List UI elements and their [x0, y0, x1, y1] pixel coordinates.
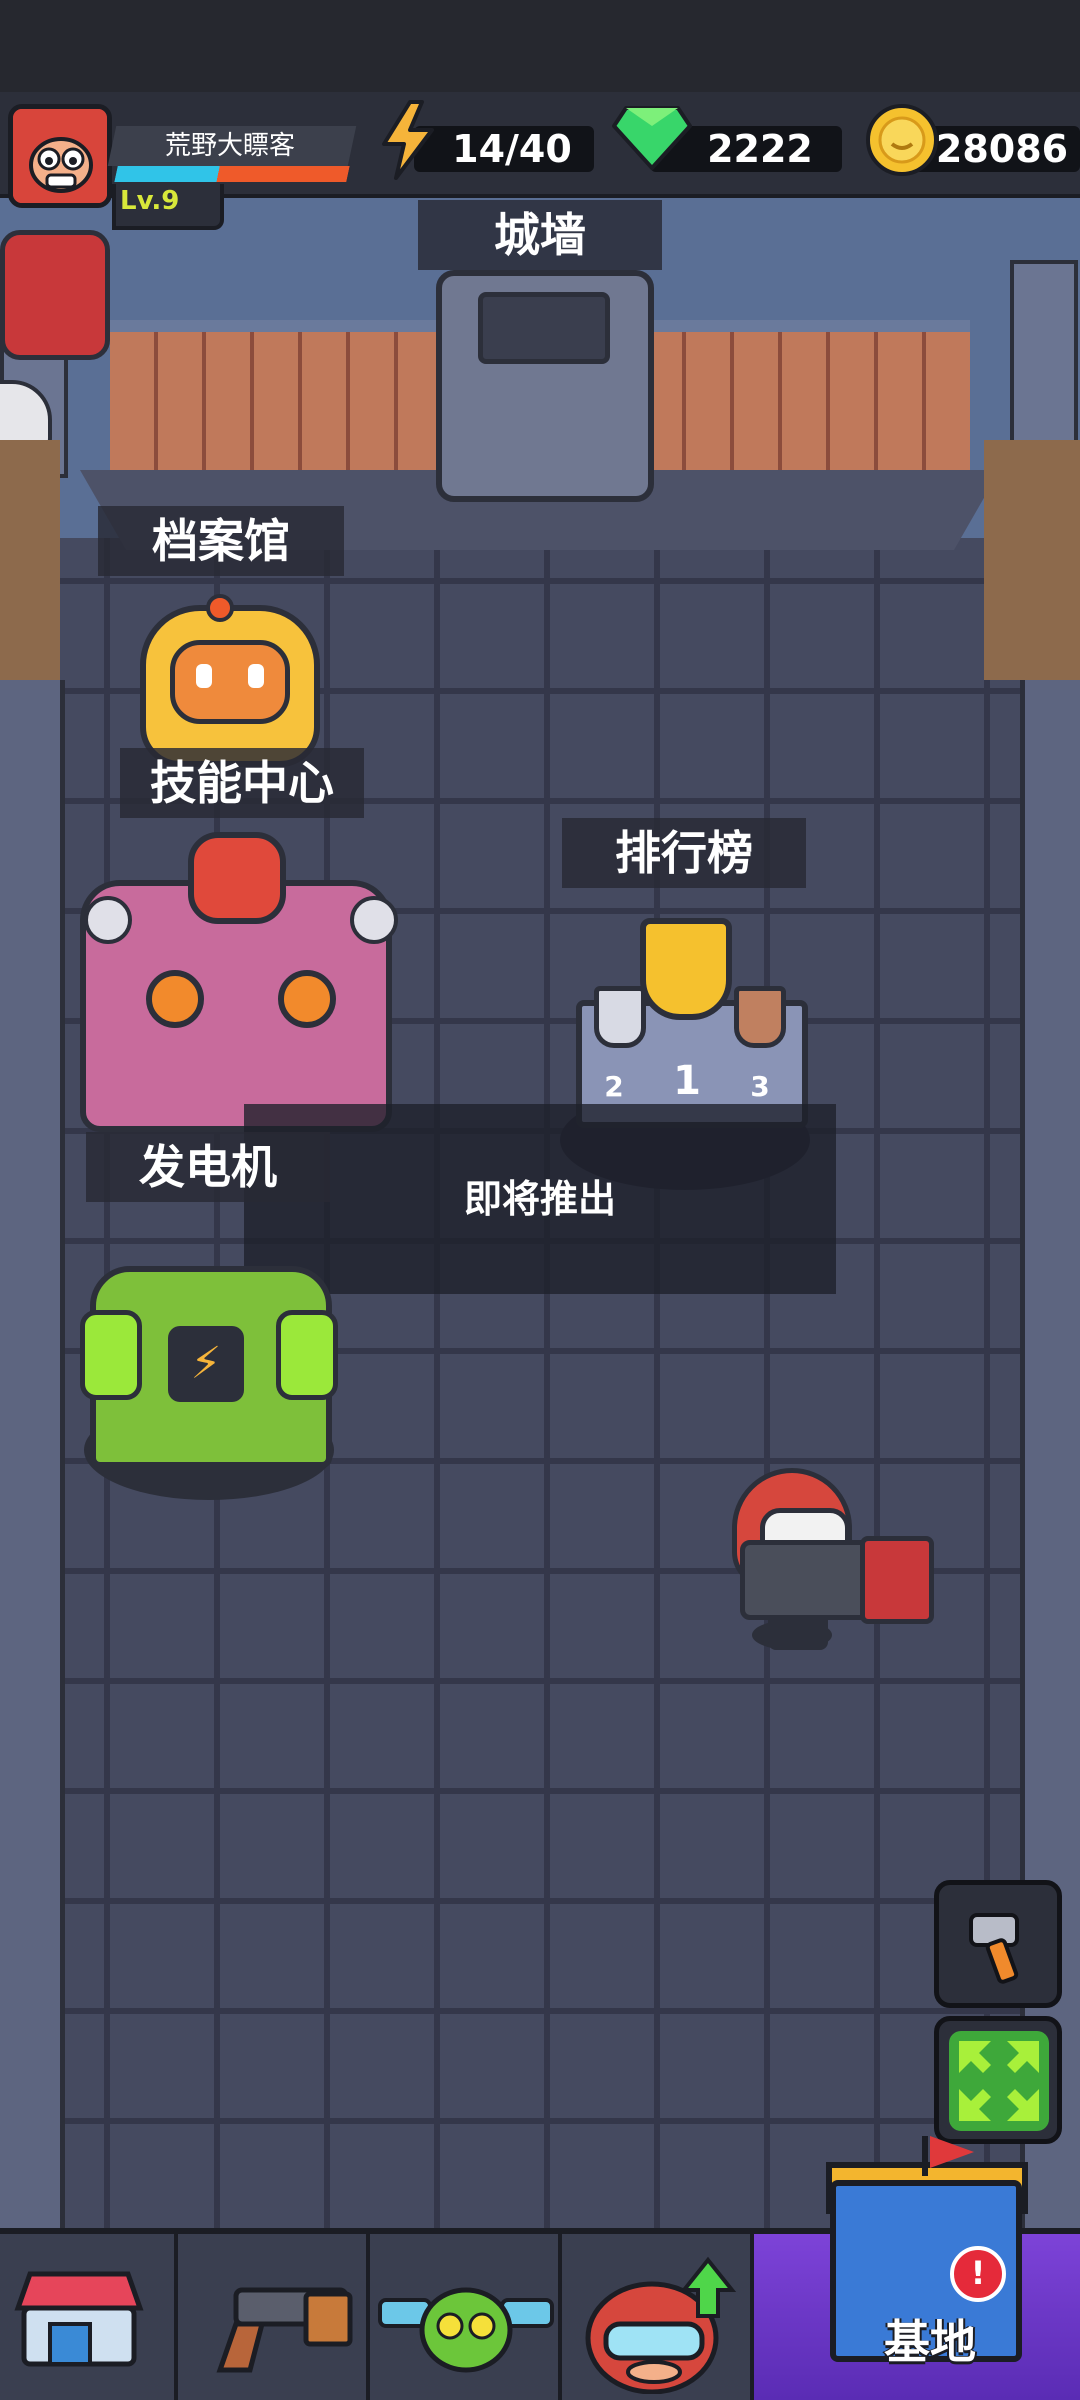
energy-value: 14/40 — [452, 127, 572, 171]
tab-shop[interactable] — [0, 2234, 178, 2400]
tab-base-label: 基地 — [884, 2315, 976, 2369]
rank-third: 3 — [750, 1070, 770, 1103]
tab-weapons[interactable] — [178, 2234, 370, 2400]
xp-bar — [114, 166, 350, 182]
build-button[interactable] — [934, 1880, 1062, 2008]
leaderboard-label: 排行榜 — [562, 818, 806, 888]
archive-robot-face — [170, 640, 290, 724]
rank-second: 2 — [604, 1070, 624, 1103]
gate-slot — [478, 292, 610, 364]
bronze-trophy-icon — [734, 986, 786, 1048]
trophy-icon — [640, 918, 732, 1020]
generator-tank-right — [276, 1310, 338, 1400]
expand-button[interactable] — [934, 2016, 1062, 2144]
robot-eye-right — [248, 664, 264, 688]
lightning-icon — [382, 100, 434, 180]
rank-first: 1 — [673, 1058, 701, 1104]
hammer-icon — [969, 1913, 1019, 1984]
player-level: Lv.9 — [120, 186, 180, 216]
archive-label: 档案馆 — [98, 506, 344, 576]
wall-label: 城墙 — [418, 200, 662, 270]
silver-trophy-icon — [594, 986, 646, 1048]
tab-pets[interactable] — [370, 2234, 562, 2400]
bolt-icon — [350, 896, 398, 944]
skill-center-light-left — [146, 970, 204, 1028]
gem-value: 2222 — [707, 127, 813, 171]
shop-icon — [14, 2271, 144, 2367]
skill-center-label: 技能中心 — [120, 748, 364, 818]
bolt-icon — [84, 896, 132, 944]
left-barricade — [0, 440, 60, 680]
skill-center-light-right — [278, 970, 336, 1028]
weapon-gun-icon — [216, 2287, 353, 2373]
hero-upgrade-icon — [585, 2256, 737, 2394]
left-fence — [0, 680, 65, 2230]
xp-bar-fill — [114, 166, 350, 182]
notification-alert-icon: ! — [950, 2246, 1006, 2302]
lightning-bolt-icon: ⚡ — [168, 1326, 244, 1402]
generator-tank-left — [80, 1310, 142, 1400]
expand-arrows-icon — [949, 2031, 1049, 2131]
coming-soon-banner: 即将推出 — [244, 1104, 836, 1294]
skill-center-dome — [188, 832, 286, 924]
generator-label: 发电机 — [86, 1132, 330, 1202]
coin-value: 28086 — [935, 127, 1069, 171]
avatar-face-icon — [13, 109, 107, 203]
launcher-barrel — [860, 1536, 934, 1624]
robot-eye-left — [196, 664, 212, 688]
tab-hero[interactable] — [562, 2234, 754, 2400]
right-barricade — [984, 440, 1080, 680]
robot-antenna — [206, 594, 234, 622]
status-bar — [0, 0, 1080, 92]
turret-icon — [0, 230, 110, 360]
player-name: 荒野大瞟客 — [164, 131, 295, 161]
player-avatar[interactable] — [8, 104, 112, 208]
pet-icon — [378, 2287, 554, 2373]
flag-pole — [922, 2136, 928, 2176]
